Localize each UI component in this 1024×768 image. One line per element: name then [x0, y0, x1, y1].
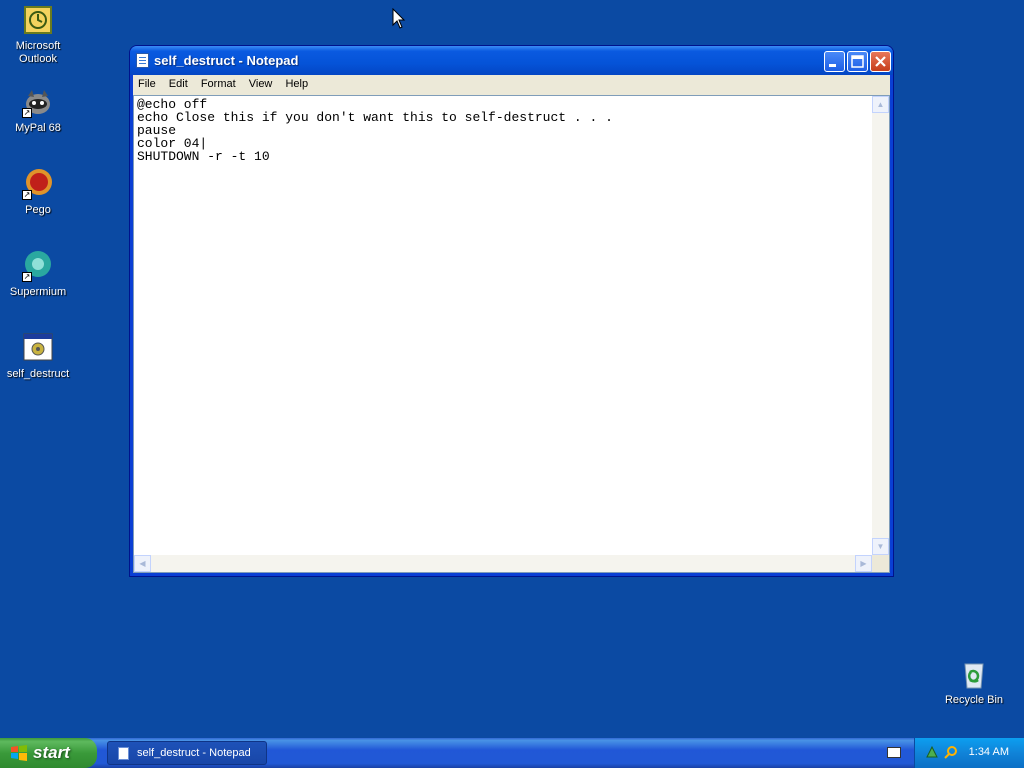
text-content[interactable]: @echo off echo Close this if you don't w…: [134, 96, 872, 555]
shortcut-arrow-icon: ↗: [22, 190, 32, 200]
taskbar: start self_destruct - Notepad 1:34 AM: [0, 738, 1024, 768]
taskbar-item-notepad[interactable]: self_destruct - Notepad: [107, 741, 267, 765]
vertical-scrollbar[interactable]: ▲ ▼: [872, 96, 889, 555]
keyboard-icon[interactable]: [887, 747, 901, 758]
shortcut-arrow-icon: ↗: [22, 272, 32, 282]
system-tray: 1:34 AM: [914, 738, 1024, 768]
menu-file[interactable]: File: [133, 75, 161, 90]
batch-file-icon: [22, 332, 54, 364]
menu-help[interactable]: Help: [280, 75, 313, 90]
close-button[interactable]: [870, 51, 891, 72]
desktop-icon-label: self_destruct: [6, 368, 70, 380]
resize-grip[interactable]: [872, 555, 889, 572]
close-icon: [875, 56, 886, 67]
maximize-icon: [851, 55, 864, 68]
title-bar[interactable]: self_destruct - Notepad: [130, 46, 893, 75]
taskbar-item-label: self_destruct - Notepad: [137, 747, 251, 759]
horizontal-scrollbar[interactable]: ◀ ▶: [134, 555, 872, 572]
clock[interactable]: 1:34 AM: [969, 746, 1009, 758]
mypal-icon: ↗: [22, 86, 54, 118]
notepad-icon: [118, 747, 129, 760]
desktop-icon-label: MyPal 68: [15, 122, 61, 134]
start-label: start: [33, 743, 70, 762]
desktop-icon-self-destruct[interactable]: self_destruct: [0, 332, 76, 381]
menu-bar: File Edit Format View Help: [133, 75, 890, 95]
minimize-icon: [829, 64, 836, 67]
desktop-icon-supermium[interactable]: ↗ Supermium: [0, 250, 76, 299]
menu-format[interactable]: Format: [196, 75, 241, 90]
network-icon[interactable]: [925, 745, 939, 759]
start-button[interactable]: start: [0, 738, 97, 768]
pego-icon: ↗: [22, 168, 54, 200]
supermium-icon: ↗: [22, 250, 54, 282]
mouse-cursor-icon: [392, 8, 406, 29]
shortcut-arrow-icon: ↗: [22, 108, 32, 118]
recycle-bin-icon: [958, 658, 990, 690]
search-icon[interactable]: [944, 745, 958, 759]
desktop-icon-outlook[interactable]: Microsoft Outlook: [0, 4, 76, 66]
windows-logo-icon: [11, 745, 27, 761]
outlook-icon: [22, 4, 54, 36]
menu-view[interactable]: View: [244, 75, 278, 90]
desktop-icon-label: Supermium: [9, 286, 67, 298]
editor-area[interactable]: @echo off echo Close this if you don't w…: [133, 95, 890, 573]
desktop-icon-recycle-bin[interactable]: Recycle Bin: [936, 658, 1012, 707]
scroll-left-button[interactable]: ◀: [134, 555, 151, 572]
maximize-button[interactable]: [847, 51, 868, 72]
desktop-icon-label: Recycle Bin: [944, 694, 1004, 706]
scroll-up-button[interactable]: ▲: [872, 96, 889, 113]
notepad-icon: [136, 53, 149, 68]
desktop-icon-label: Microsoft Outlook: [15, 40, 61, 65]
menu-edit[interactable]: Edit: [164, 75, 193, 90]
notepad-window[interactable]: self_destruct - Notepad File Edit Format…: [129, 45, 894, 577]
desktop-icon-label: Pego: [25, 204, 51, 216]
desktop-icon-pego[interactable]: ↗ Pego: [0, 168, 76, 217]
scroll-down-button[interactable]: ▼: [872, 538, 889, 555]
desktop-icon-mypal[interactable]: ↗ MyPal 68: [0, 86, 76, 135]
scroll-right-button[interactable]: ▶: [855, 555, 872, 572]
window-title: self_destruct - Notepad: [154, 53, 299, 68]
minimize-button[interactable]: [824, 51, 845, 72]
